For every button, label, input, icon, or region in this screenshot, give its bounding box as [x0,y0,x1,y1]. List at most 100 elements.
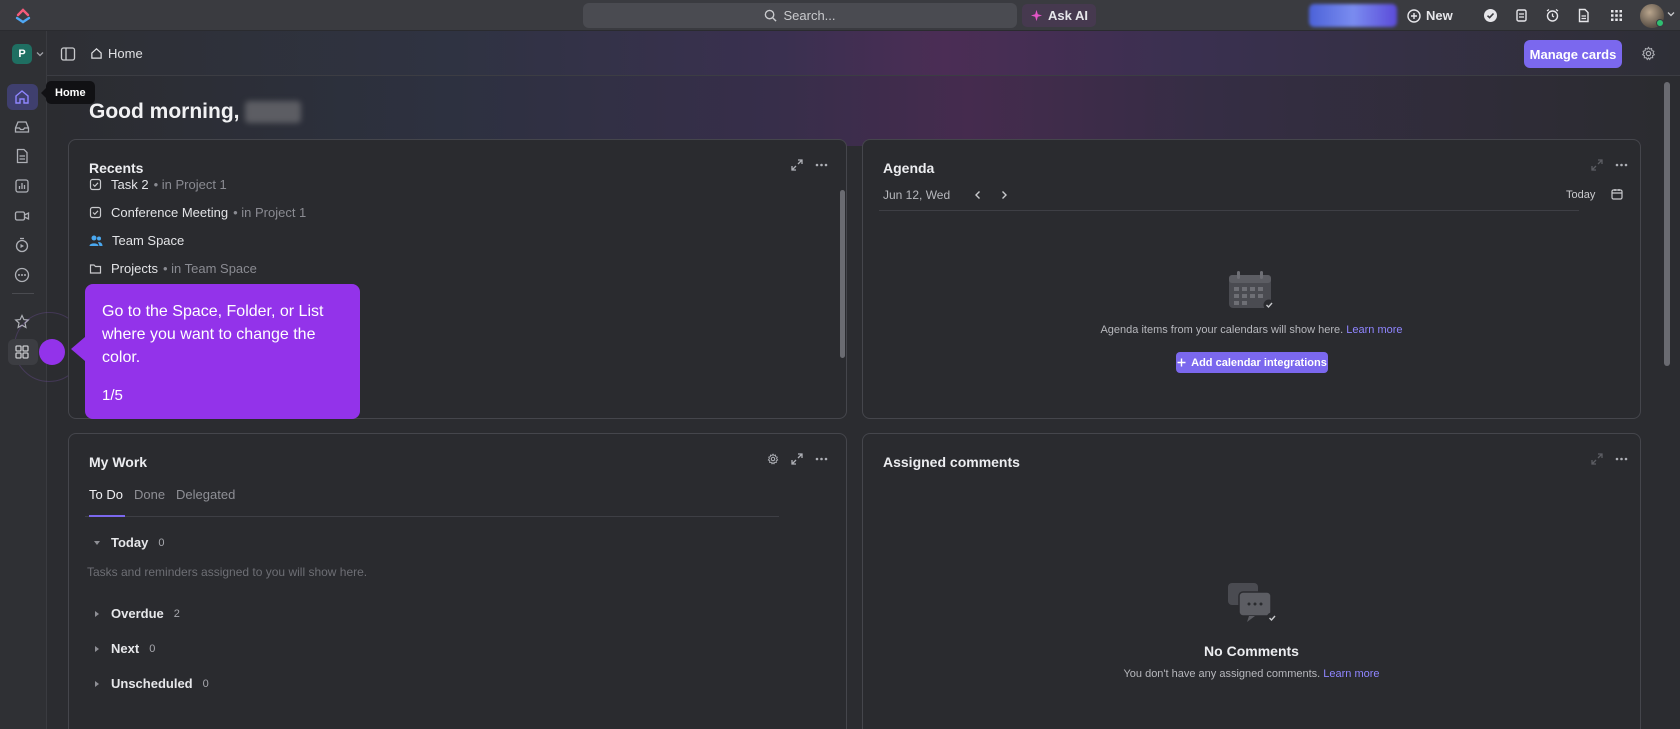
assigned-comments-card-tools [1591,453,1628,465]
workspace-avatar[interactable]: P [12,44,32,64]
group-label: Overdue [111,606,164,621]
chevron-down-icon[interactable] [1667,10,1675,18]
timesheet-icon[interactable] [13,236,31,254]
assigned-comments-title: Assigned comments [883,454,1020,470]
agenda-learn-more-link[interactable]: Learn more [1346,324,1402,336]
agenda-card-tools [1591,159,1628,171]
caret-right-icon [95,680,99,687]
group-label: Unscheduled [111,676,193,691]
check-circle-icon[interactable] [1482,7,1499,24]
my-work-card: My Work To Do Done Delegated Today 0 Tas… [68,433,847,729]
new-button[interactable]: New [1407,4,1453,27]
agenda-title: Agenda [883,160,935,176]
recents-title: Recents [89,160,144,176]
inbox-icon[interactable] [13,118,31,136]
sidebar-toggle-icon[interactable] [60,46,76,62]
recent-item-name: Projects [111,261,158,276]
alarm-clock-icon[interactable] [1544,7,1561,24]
group-overdue[interactable]: Overdue 2 [93,606,180,621]
spaces-grid-icon[interactable] [13,343,31,361]
folder-icon [89,264,102,274]
tab-delegated[interactable]: Delegated [176,487,235,502]
breadcrumb[interactable]: Home [90,46,143,61]
rail-divider [12,293,34,294]
home-icon[interactable] [13,88,31,106]
clickup-logo-icon[interactable] [14,6,32,24]
recent-item[interactable]: Team Space [89,233,184,248]
recent-item[interactable]: Conference Meeting • in Project 1 [89,205,306,220]
agenda-divider [879,210,1579,211]
task-check-icon [89,178,102,191]
expand-icon[interactable] [791,159,803,171]
group-unscheduled[interactable]: Unscheduled 0 [93,676,209,691]
calendar-icon[interactable] [1611,188,1623,200]
search-placeholder: Search... [783,8,836,23]
gear-icon[interactable] [1641,46,1656,61]
recent-item-name: Team Space [112,233,185,248]
video-clips-icon[interactable] [13,207,31,225]
gear-icon[interactable] [767,453,779,465]
recent-item-location: • in Project 1 [153,177,227,192]
chevron-left-icon[interactable] [973,190,983,200]
my-work-title: My Work [89,454,148,470]
doc-icon[interactable] [1575,7,1592,24]
page-scrollbar[interactable] [1664,82,1670,366]
chevron-right-icon[interactable] [999,190,1009,200]
search-icon [765,9,778,22]
tabs-divider [85,516,779,517]
walkthrough-text: Go to the Space, Folder, or List where y… [102,303,324,366]
add-calendar-integrations-button[interactable]: Add calendar integrations [1176,352,1328,373]
caret-right-icon [95,610,99,617]
plus-icon [1177,358,1186,367]
walkthrough-step: 1/5 [102,387,123,404]
group-today[interactable]: Today 0 [93,535,164,550]
walkthrough-bubble: Go to the Space, Folder, or List where y… [71,284,360,419]
group-count: 0 [202,677,209,690]
upgrade-pill[interactable] [1309,4,1397,27]
comments-empty-message: You don't have any assigned comments. Le… [863,668,1640,680]
comments-empty-text: You don't have any assigned comments. [1123,668,1321,680]
user-name-redacted [245,101,302,123]
walkthrough-hotspot[interactable] [39,339,65,365]
comments-learn-more-link[interactable]: Learn more [1323,668,1379,680]
agenda-card: Agenda Jun 12, Wed Today Agenda items fr… [862,139,1641,419]
group-next[interactable]: Next 0 [93,641,155,656]
greeting: Good morning, [89,100,302,124]
more-dots-icon[interactable] [815,159,828,171]
recents-scroll-thumb[interactable] [840,190,845,358]
calendar-illustration-icon [1229,271,1275,311]
manage-cards-button[interactable]: Manage cards [1524,40,1622,68]
expand-icon[interactable] [1591,159,1603,171]
tab-done[interactable]: Done [134,487,165,502]
home-icon [91,48,102,59]
ask-ai-button[interactable]: Ask AI [1022,4,1096,27]
more-dots-icon[interactable] [1615,453,1628,465]
caret-right-icon [95,645,99,652]
more-dots-icon[interactable] [1615,159,1628,171]
expand-icon[interactable] [791,453,803,465]
caret-down-icon [94,540,100,545]
chevron-down-icon[interactable] [36,50,44,58]
docs-icon[interactable] [13,147,31,165]
plus-circle-icon [1407,8,1421,23]
dashboards-icon[interactable] [13,177,31,195]
search-bar[interactable]: Search... [583,3,1017,28]
recent-item[interactable]: Task 2 • in Project 1 [89,177,227,192]
tab-to-do[interactable]: To Do [89,487,123,502]
more-dots-icon[interactable] [815,453,828,465]
apps-grid-icon[interactable] [1608,7,1625,24]
notepad-icon[interactable] [1513,7,1530,24]
agenda-today-button[interactable]: Today [1566,189,1595,201]
my-work-tabs: To Do Done Delegated [89,487,235,502]
group-count: 2 [173,607,180,620]
expand-icon[interactable] [1591,453,1603,465]
more-circle-icon[interactable] [13,266,31,284]
greeting-text: Good morning, [89,100,240,123]
recents-scrollbar[interactable] [839,184,845,394]
team-users-icon [89,235,103,246]
home-tooltip: Home [41,81,95,104]
agenda-empty-text: Agenda items from your calendars will sh… [1100,324,1344,336]
recent-item[interactable]: Projects • in Team Space [89,261,257,276]
agenda-date: Jun 12, Wed [883,188,951,202]
add-calendar-label: Add calendar integrations [1191,356,1327,369]
